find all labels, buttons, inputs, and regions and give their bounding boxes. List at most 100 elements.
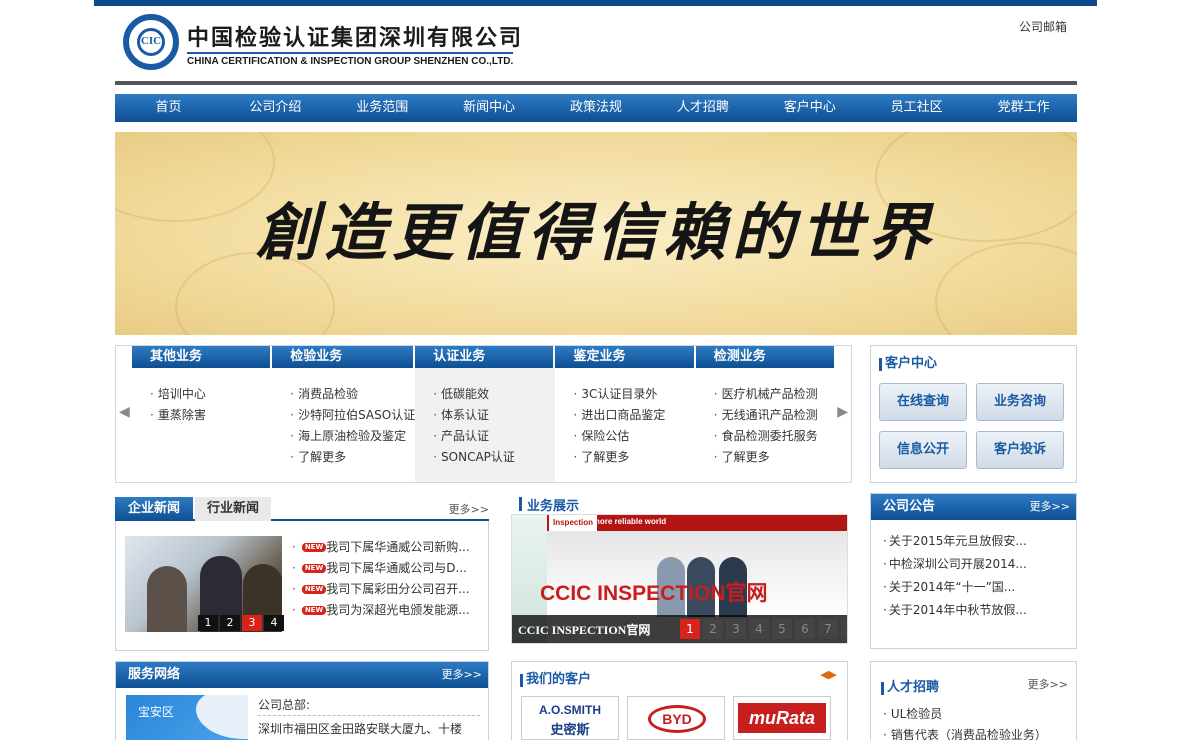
business-link[interactable]: 消费品检验	[290, 384, 415, 405]
nav-item-party-work[interactable]: 党群工作	[970, 94, 1077, 122]
nav-item-policy[interactable]: 政策法规	[543, 94, 650, 122]
company-mailbox-link[interactable]: 公司邮箱	[1019, 18, 1067, 35]
nav-item-staff-community[interactable]: 员工社区	[863, 94, 970, 122]
customer-center-title: 客户中心	[877, 352, 1076, 376]
business-column-title[interactable]: 鉴定业务	[555, 346, 694, 368]
showcase-pager-7[interactable]: 7	[818, 619, 838, 639]
announcements-title: 公司公告 更多>>	[871, 494, 1076, 520]
service-network-more-link[interactable]: 更多>>	[442, 662, 482, 688]
service-network-title: 服务网络 更多>>	[116, 662, 488, 688]
carousel-right-arrow-icon[interactable]: ▶	[837, 404, 848, 420]
news-pager-3[interactable]: 3	[242, 615, 262, 631]
nav-item-news[interactable]: 新闻中心	[436, 94, 543, 122]
news-more-link[interactable]: 更多>>	[449, 501, 489, 517]
news-item[interactable]: NEW我司下属华通威公司新购...	[292, 537, 470, 558]
business-link[interactable]: 海上原油检验及鉴定	[290, 426, 415, 447]
business-link[interactable]: 培训中心	[150, 384, 272, 405]
company-name-cn: 中国检验认证集团深圳有限公司	[187, 26, 524, 51]
site-header: CIC 中国检验认证集团深圳有限公司 CHINA CERTIFICATION &…	[115, 6, 1077, 84]
announcements-more-link[interactable]: 更多>>	[1030, 494, 1070, 520]
announcement-item[interactable]: 中检深圳公司开展2014...	[883, 553, 1076, 576]
clients-scroll-arrows-icon[interactable]: ◀▶	[820, 668, 837, 681]
clients-title: 我们的客户	[518, 668, 847, 692]
business-column-other: 其他业务 培训中心 重蒸除害	[132, 346, 272, 482]
info-disclosure-button[interactable]: 信息公开	[879, 431, 967, 469]
nav-item-home[interactable]: 首页	[115, 94, 222, 122]
showcase-pager-2[interactable]: 2	[703, 619, 723, 639]
nav-item-about[interactable]: 公司介绍	[222, 94, 329, 122]
announcement-item[interactable]: 关于2015年元旦放假安...	[883, 530, 1076, 553]
banner-calligraphy: 創造更值得信賴的世界	[255, 196, 936, 269]
showcase-pager-6[interactable]: 6	[795, 619, 815, 639]
showcase-pager-1[interactable]: 1	[680, 619, 700, 639]
announcement-item[interactable]: 关于2014年中秋节放假...	[883, 599, 1076, 622]
business-panel: ◀ ▶ 其他业务 培训中心 重蒸除害 检验业务 消费品检验 沙特阿拉伯SASO认…	[115, 345, 852, 483]
header-divider	[115, 81, 1077, 85]
business-column-certification: 认证业务 低碳能效 体系认证 产品认证 SONCAP认证	[415, 346, 556, 482]
business-showcase-slider[interactable]: For a more reliable world Inspection CCI…	[511, 514, 848, 644]
announcements-panel: 公司公告 更多>> 关于2015年元旦放假安... 中检深圳公司开展2014..…	[870, 493, 1077, 649]
tab-enterprise-news[interactable]: 企业新闻	[115, 497, 193, 521]
business-link[interactable]: 了解更多	[714, 447, 836, 468]
news-photo-pager: 1 2 3 4	[198, 615, 284, 631]
business-link[interactable]: 食品检测委托服务	[714, 426, 836, 447]
business-link[interactable]: 了解更多	[573, 447, 695, 468]
announcement-item[interactable]: 关于2014年“十一”国...	[883, 576, 1076, 599]
cic-logo-icon[interactable]: CIC	[123, 14, 179, 70]
nav-item-customer-center[interactable]: 客户中心	[756, 94, 863, 122]
business-link[interactable]: 保险公估	[573, 426, 695, 447]
client-logo-murata[interactable]: muRata	[733, 696, 831, 740]
hero-banner[interactable]: 創造更值得信賴的世界	[115, 132, 1077, 335]
business-link[interactable]: 3C认证目录外	[573, 384, 695, 405]
news-tabs: 企业新闻 行业新闻 更多>>	[115, 497, 489, 521]
business-link[interactable]: 沙特阿拉伯SASO认证	[290, 405, 415, 426]
business-column-title[interactable]: 检验业务	[272, 346, 414, 368]
nav-item-business-scope[interactable]: 业务范围	[329, 94, 436, 122]
service-map[interactable]: 宝安区	[126, 695, 248, 740]
business-column-title[interactable]: 检测业务	[695, 346, 835, 368]
news-item[interactable]: NEW我司下属彩田分公司召开...	[292, 579, 470, 600]
news-pager-4[interactable]: 4	[264, 615, 284, 631]
jobs-list: UL检验员 销售代表（消费品检验业务）	[871, 700, 1076, 740]
showcase-pager-5[interactable]: 5	[772, 619, 792, 639]
job-item[interactable]: 销售代表（消费品检验业务）	[883, 725, 1076, 740]
business-column-appraisal: 鉴定业务 3C认证目录外 进出口商品鉴定 保险公估 了解更多	[555, 346, 695, 482]
business-column-title[interactable]: 认证业务	[415, 346, 554, 368]
showcase-title: 业务展示	[519, 495, 579, 514]
news-pager-1[interactable]: 1	[198, 615, 218, 631]
nav-item-careers[interactable]: 人才招聘	[649, 94, 756, 122]
business-link[interactable]: 体系认证	[433, 405, 555, 426]
jobs-more-link[interactable]: 更多>>	[1028, 676, 1068, 692]
business-consult-button[interactable]: 业务咨询	[976, 383, 1064, 421]
customer-complaint-button[interactable]: 客户投诉	[976, 431, 1064, 469]
showcase-big-text: CCIC INSPECTION官网	[540, 582, 768, 605]
hq-address: 深圳市福田区金田路安联大厦九、十楼	[258, 722, 463, 736]
showcase-pager-3[interactable]: 3	[726, 619, 746, 639]
announcements-list: 关于2015年元旦放假安... 中检深圳公司开展2014... 关于2014年“…	[871, 520, 1076, 622]
business-link[interactable]: 产品认证	[433, 426, 555, 447]
news-item[interactable]: NEW我司下属华通威公司与D...	[292, 558, 470, 579]
business-link[interactable]: 了解更多	[290, 447, 415, 468]
news-item[interactable]: NEW我司为深超光电颁发能源...	[292, 600, 470, 621]
news-list: NEW我司下属华通威公司新购... NEW我司下属华通威公司与D... NEW我…	[292, 537, 470, 621]
client-logo-aosmith[interactable]: A.O.SMITH 史密斯	[521, 696, 619, 740]
business-link[interactable]: 进出口商品鉴定	[573, 405, 695, 426]
business-link[interactable]: 无线通讯产品检测	[714, 405, 836, 426]
new-badge: NEW	[301, 564, 327, 573]
business-link[interactable]: 医疗机械产品检测	[714, 384, 836, 405]
showcase-pager-4[interactable]: 4	[749, 619, 769, 639]
tab-industry-news[interactable]: 行业新闻	[195, 497, 271, 521]
showcase-caption: CCIC INSPECTION官网	[518, 623, 651, 637]
business-link[interactable]: SONCAP认证	[433, 447, 555, 468]
client-logo-byd[interactable]: BYD	[627, 696, 725, 740]
jobs-panel: 人才招聘 更多>> UL检验员 销售代表（消费品检验业务）	[870, 661, 1077, 740]
business-link[interactable]: 低碳能效	[433, 384, 555, 405]
carousel-left-arrow-icon[interactable]: ◀	[119, 404, 130, 420]
map-district-label: 宝安区	[138, 705, 175, 719]
news-pager-2[interactable]: 2	[220, 615, 240, 631]
business-link[interactable]: 重蒸除害	[150, 405, 272, 426]
job-item[interactable]: UL检验员	[883, 704, 1076, 725]
online-query-button[interactable]: 在线查询	[879, 383, 967, 421]
showcase-pager-8[interactable]: 8	[841, 619, 847, 639]
business-column-title[interactable]: 其他业务	[132, 346, 271, 368]
